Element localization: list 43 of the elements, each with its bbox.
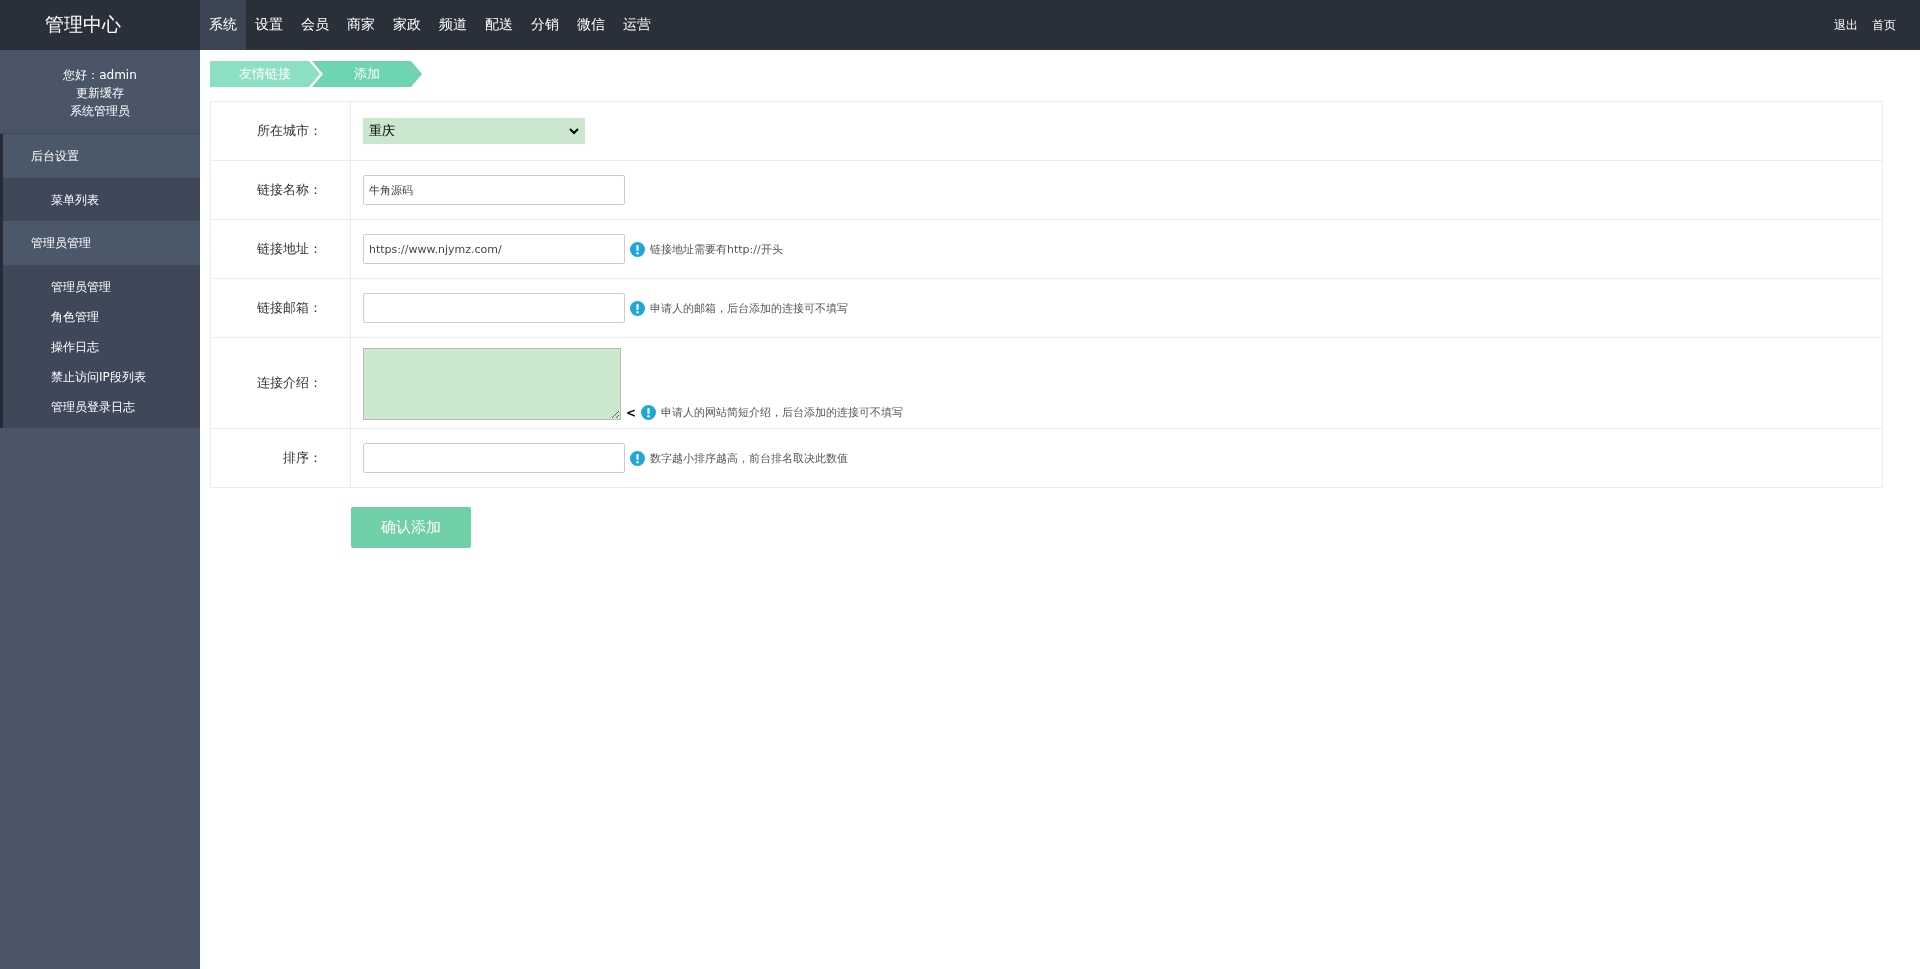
hint-text: 链接地址需要有http://开头 bbox=[650, 241, 783, 257]
menu-item[interactable]: 管理员管理 bbox=[3, 272, 200, 302]
chevron-down-icon bbox=[569, 127, 579, 135]
menu-item[interactable]: 管理员登录日志 bbox=[3, 392, 200, 422]
nav-tab[interactable]: 设置 bbox=[246, 0, 292, 50]
menu-item[interactable]: 操作日志 bbox=[3, 332, 200, 362]
field-label: 所在城市： bbox=[211, 102, 351, 160]
nav-tab[interactable]: 系统 bbox=[200, 0, 246, 50]
nav-tab[interactable]: 商家 bbox=[338, 0, 384, 50]
nav-tab[interactable]: 配送 bbox=[476, 0, 522, 50]
top-link[interactable]: 首页 bbox=[1872, 16, 1896, 34]
nav-tab[interactable]: 家政 bbox=[384, 0, 430, 50]
nav-tab[interactable]: 微信 bbox=[568, 0, 614, 50]
input-field[interactable] bbox=[363, 293, 625, 323]
info-icon bbox=[630, 300, 645, 316]
city-select[interactable]: 重庆 bbox=[363, 118, 585, 144]
hint-text: 申请人的邮箱，后台添加的连接可不填写 bbox=[650, 300, 848, 316]
input-field[interactable]: https://www.njymz.com/ bbox=[363, 234, 625, 264]
refresh-cache-link[interactable]: 更新缓存 bbox=[76, 85, 124, 101]
user-info-text: 系统管理员 bbox=[70, 103, 130, 119]
hint-text: 申请人的网站简短介绍，后台添加的连接可不填写 bbox=[661, 405, 904, 420]
menu-item[interactable]: 角色管理 bbox=[3, 302, 200, 332]
info-icon bbox=[630, 241, 645, 257]
field-label: 链接地址： bbox=[211, 220, 351, 278]
nav-tab[interactable]: 会员 bbox=[292, 0, 338, 50]
field-label: 链接名称： bbox=[211, 161, 351, 219]
nav-tab[interactable]: 运营 bbox=[614, 0, 660, 50]
top-link[interactable]: 退出 bbox=[1834, 16, 1858, 34]
user-info-text: 您好：admin bbox=[63, 67, 137, 83]
brand-title: 管理中心 bbox=[43, 12, 122, 37]
input-field[interactable] bbox=[363, 443, 625, 473]
info-icon bbox=[630, 450, 645, 466]
text-area[interactable] bbox=[363, 348, 621, 420]
input-field[interactable]: 牛角源码 bbox=[363, 175, 625, 205]
hint-text: 数字越小排序越高，前台排名取决此数值 bbox=[650, 450, 848, 466]
field-label: 链接邮箱： bbox=[211, 279, 351, 337]
field-label: 排序： bbox=[211, 429, 351, 487]
menu-item[interactable]: 禁止访问IP段列表 bbox=[3, 362, 200, 392]
nav-tab[interactable]: 分销 bbox=[522, 0, 568, 50]
prefix-text: < bbox=[626, 406, 637, 420]
nav-tab[interactable]: 频道 bbox=[430, 0, 476, 50]
field-label: 连接介绍： bbox=[211, 338, 351, 428]
info-icon bbox=[641, 405, 657, 420]
